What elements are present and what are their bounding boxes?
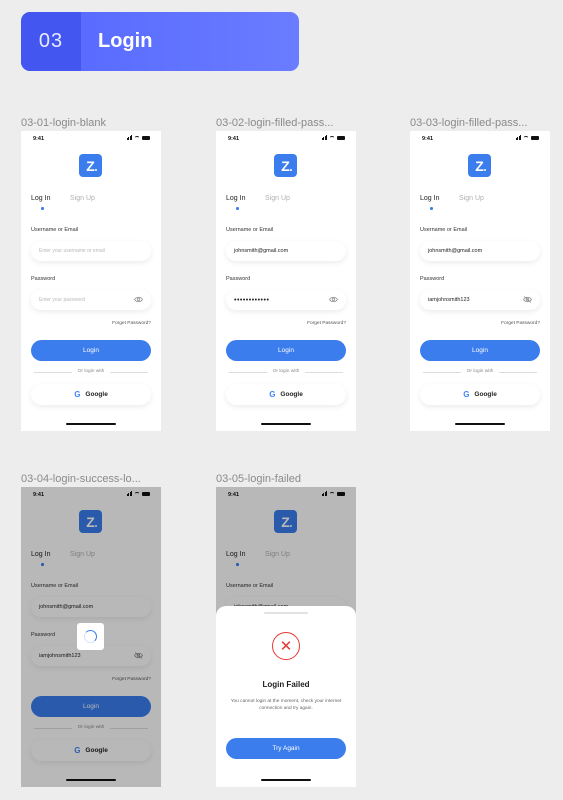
wifi-icon	[134, 135, 140, 140]
password-input[interactable]: Enter your password	[31, 290, 151, 310]
active-tab-indicator	[236, 207, 239, 210]
or-divider: Or login with	[31, 369, 151, 375]
username-input[interactable]: Enter your username or email	[31, 241, 151, 261]
tab-login[interactable]: Log In	[31, 195, 50, 202]
password-masked-value: ••••••••••••	[234, 296, 270, 304]
section-number: 03	[21, 12, 81, 71]
username-label: Username or Email	[420, 227, 468, 233]
login-button[interactable]: Login	[31, 340, 151, 361]
google-label: Google	[85, 391, 108, 398]
frame-label-login-failed: 03-05-login-failed	[216, 473, 301, 485]
username-input[interactable]: johnsmith@gmail.com	[420, 241, 540, 261]
app-logo: Z	[468, 154, 491, 177]
signal-icon	[321, 135, 327, 140]
google-icon: G	[463, 390, 470, 399]
google-label: Google	[280, 391, 303, 398]
error-icon: ✕	[272, 632, 300, 660]
status-bar: 9:41	[410, 131, 550, 145]
home-indicator	[455, 423, 505, 425]
google-login-button[interactable]: G Google	[31, 384, 151, 405]
login-button[interactable]: Login	[226, 340, 346, 361]
try-again-button[interactable]: Try Again	[226, 738, 346, 759]
battery-icon	[337, 135, 345, 140]
app-logo: Z	[274, 154, 297, 177]
phone-login-failed: 9:41 Z Log In Sign Up Username or Email …	[216, 487, 356, 787]
password-visible-value: iamjohnsmith123	[428, 297, 470, 303]
battery-icon	[531, 135, 539, 140]
google-icon: G	[269, 390, 276, 399]
battery-icon	[142, 135, 150, 140]
tab-login[interactable]: Log In	[420, 195, 439, 202]
active-tab-indicator	[430, 207, 433, 210]
frame-label-login-blank: 03-01-login-blank	[21, 117, 106, 129]
frame-label-login-success-loading: 03-04-login-success-lo...	[21, 473, 141, 485]
frame-label-login-filled-password: 03-02-login-filled-pass...	[216, 117, 334, 129]
forgot-password-link[interactable]: Forget Password?	[112, 321, 151, 326]
home-indicator	[261, 423, 311, 425]
google-label: Google	[474, 391, 497, 398]
forgot-password-link[interactable]: Forget Password?	[501, 321, 540, 326]
eye-off-icon[interactable]	[523, 296, 532, 303]
status-time: 9:41	[33, 136, 45, 142]
status-time: 9:41	[422, 136, 434, 142]
google-login-button[interactable]: G Google	[226, 384, 346, 405]
tab-signup[interactable]: Sign Up	[265, 195, 290, 202]
active-tab-indicator	[41, 207, 44, 210]
login-failed-sheet: ✕ Login Failed You cannot login at the m…	[216, 606, 356, 787]
or-divider: Or login with	[226, 369, 346, 375]
tab-login[interactable]: Log In	[226, 195, 245, 202]
phone-login-filled-password: 9:41 Z Log In Sign Up Username or Email …	[216, 131, 356, 431]
login-button[interactable]: Login	[420, 340, 540, 361]
wifi-icon	[329, 135, 335, 140]
password-label: Password	[226, 276, 251, 282]
google-icon: G	[74, 390, 81, 399]
section-title: Login	[98, 30, 153, 52]
section-header: 03 Login	[21, 12, 299, 71]
sheet-grabber[interactable]	[264, 612, 308, 614]
frame-label-login-filled-password-visible: 03-03-login-filled-pass...	[410, 117, 528, 129]
status-bar: 9:41	[216, 131, 356, 145]
home-indicator	[66, 423, 116, 425]
phone-login-success-loading: 9:41 Z Log In Sign Up Username or Email …	[21, 487, 161, 787]
signal-icon	[126, 135, 132, 140]
google-login-button[interactable]: G Google	[420, 384, 540, 405]
eye-icon[interactable]	[329, 296, 338, 303]
tab-signup[interactable]: Sign Up	[70, 195, 95, 202]
password-placeholder: Enter your password	[39, 297, 85, 303]
phone-login-filled-password-visible: 9:41 Z Log In Sign Up Username or Email …	[410, 131, 550, 431]
password-input[interactable]: ••••••••••••	[226, 290, 346, 310]
sheet-title: Login Failed	[262, 680, 310, 689]
password-input[interactable]: iamjohnsmith123	[420, 290, 540, 310]
username-label: Username or Email	[31, 227, 79, 233]
password-label: Password	[31, 276, 56, 282]
status-time: 9:41	[228, 136, 240, 142]
app-logo: Z	[79, 154, 102, 177]
sheet-description: You cannot login at the moment, check yo…	[230, 699, 342, 711]
username-label: Username or Email	[226, 227, 274, 233]
eye-icon[interactable]	[134, 296, 143, 303]
status-bar: 9:41	[21, 131, 161, 145]
loading-spinner-icon	[84, 630, 97, 643]
home-indicator	[261, 779, 311, 781]
tab-signup[interactable]: Sign Up	[459, 195, 484, 202]
signal-icon	[515, 135, 521, 140]
or-divider: Or login with	[420, 369, 540, 375]
password-label: Password	[420, 276, 445, 282]
phone-login-blank: 9:41 Z Log In Sign Up Username or Email …	[21, 131, 161, 431]
wifi-icon	[523, 135, 529, 140]
forgot-password-link[interactable]: Forget Password?	[307, 321, 346, 326]
username-input[interactable]: johnsmith@gmail.com	[226, 241, 346, 261]
loading-dialog	[77, 623, 104, 650]
